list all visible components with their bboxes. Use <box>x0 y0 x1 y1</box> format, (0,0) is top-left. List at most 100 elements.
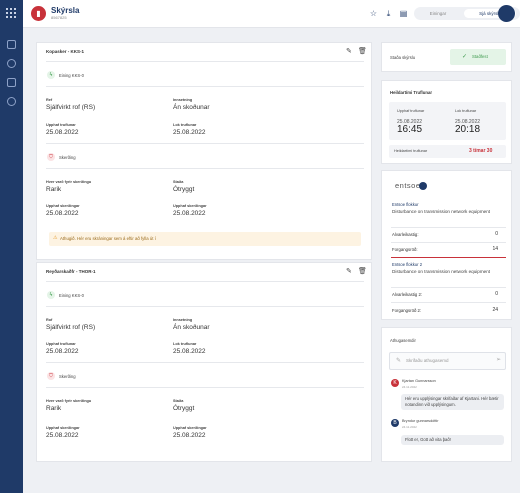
comment-input[interactable]: ✎ Skrifaðu athugasemd ➢ <box>389 352 506 370</box>
time-box: Upphaf truflunar 25.08.2022 16:45 Lok tr… <box>389 102 506 140</box>
entsoe-logo-mark <box>419 182 427 190</box>
unit-label: Eining KKS-0 <box>59 73 84 78</box>
card-title: Reyðarskaðfr - THOR-1 <box>46 269 96 274</box>
unit-label: Eining KKS-0 <box>59 293 84 298</box>
field-label: Upphaf truflunar <box>46 123 76 127</box>
severity-value: 0 <box>495 231 498 237</box>
comment-author: Kjartan Gunnarsson <box>402 379 436 383</box>
field-value: 25.08.2022 <box>46 432 79 439</box>
comments-card: Athugasemdir ✎ Skrifaðu athugasemd ➢ K K… <box>381 327 512 462</box>
gear-icon[interactable] <box>7 97 16 106</box>
bell-icon[interactable] <box>7 59 16 68</box>
comment-date: 24.11.2022 <box>402 425 417 429</box>
bolt-icon: ϟ <box>47 291 55 299</box>
field-label: Upphaf skerðingar <box>173 204 207 208</box>
download-icon[interactable]: ⤓ <box>384 9 393 18</box>
field-value: 25.08.2022 <box>46 210 79 217</box>
divider <box>391 257 506 258</box>
comment-placeholder: Skrifaðu athugasemd <box>406 358 449 363</box>
send-icon[interactable]: ➢ <box>496 356 501 363</box>
field-value: 25.08.2022 <box>46 129 79 136</box>
field-label: Staða <box>173 180 184 184</box>
field-value: Sjálfvirkt rof (RS) <box>46 324 96 331</box>
total-label: Heildartími truflunar <box>394 149 428 153</box>
field-label: Upphaf skerðingar <box>46 204 80 208</box>
comment-author: Bryndur gunnarsdóttir <box>402 419 439 423</box>
avatar: B <box>391 419 399 427</box>
severity-value: 0 <box>495 291 498 297</box>
nav-rail <box>0 0 23 493</box>
field-label: Staða <box>173 399 184 403</box>
megaphone-icon[interactable] <box>7 78 16 87</box>
comment-date: 24.11.2022 <box>402 385 417 389</box>
inbox-icon[interactable] <box>7 40 16 49</box>
unit-card: Kopasker - KKS-1 ✎ 🗑 ϟ Eining KKS-0 Ref … <box>36 42 372 260</box>
field-label: Innsetning <box>173 318 193 322</box>
status-label: Staða skýrslu <box>390 55 416 60</box>
report-icon: ▮ <box>31 6 46 21</box>
priority-value: 14 <box>492 246 498 252</box>
warning-text: Athugið. Hér eru skráningar sem á eftir … <box>60 236 156 241</box>
field-value: Ótryggt <box>173 186 195 193</box>
end-label: Lok truflunar <box>455 109 477 113</box>
field-label: Upphaf skerðingar <box>173 426 207 430</box>
entsoe-category-label: Entsoe flokkur 2 <box>392 262 423 267</box>
check-icon: ✓ <box>462 54 468 60</box>
unit-card: Reyðarskaðfr - THOR-1 ✎ 🗑 ϟ Eining KKS-0… <box>36 262 372 462</box>
page-subtitle: 8567825 <box>51 15 67 20</box>
field-value: 25.08.2022 <box>173 210 206 217</box>
card-title: Kopasker - KKS-1 <box>46 49 85 54</box>
edit-icon[interactable]: ✎ <box>346 47 352 55</box>
field-label: Lok truflunar <box>173 123 197 127</box>
star-icon[interactable]: ☆ <box>369 9 378 18</box>
status-value: Staðfest <box>472 54 488 59</box>
severity-label: Alvarleikastig 2: <box>392 292 423 297</box>
status-badge: ✓ Staðfest <box>450 49 506 65</box>
archive-icon[interactable]: ▤ <box>399 9 408 18</box>
apps-grid-icon[interactable] <box>6 8 17 19</box>
field-value: 25.08.2022 <box>46 348 79 355</box>
priority-value: 24 <box>492 307 498 313</box>
start-label: Upphaf truflunar <box>397 109 425 113</box>
comment-text: Flott er, Gott að vita það! <box>401 435 504 445</box>
field-value: Sjálfvirkt rof (RS) <box>46 104 96 111</box>
comments-title: Athugasemdir <box>390 338 416 343</box>
status-card: Staða skýrslu ✓ Staðfest <box>381 42 512 72</box>
top-bar: ▮ Skýrsla 8567825 ☆ ⤓ ▤ Einingar Sjá ský… <box>23 0 520 28</box>
total-box: Heildartími truflunar 3 tímar 30 <box>389 145 506 158</box>
warning-banner: ⚠ Athugið. Hér eru skráningar sem á efti… <box>49 232 361 246</box>
entsoe-logo: entsoe <box>395 181 421 190</box>
start-time: 16:45 <box>397 124 423 135</box>
field-value: Ótryggt <box>173 405 195 412</box>
avatar[interactable] <box>498 5 515 22</box>
edit-icon[interactable]: ✎ <box>346 267 352 275</box>
page-title: Skýrsla <box>51 6 80 15</box>
section-title: Skerðing <box>59 374 76 379</box>
pencil-icon: ✎ <box>396 358 402 364</box>
field-label: Hver varð fyrir skerðingu <box>46 180 92 184</box>
field-label: Ref <box>46 98 53 102</box>
field-label: Rof <box>46 318 53 322</box>
field-value: 25.08.2022 <box>173 432 206 439</box>
field-value: Án skoðunar <box>173 104 210 111</box>
avatar: K <box>391 379 399 387</box>
toggle-einingar[interactable]: Einingar <box>417 9 459 18</box>
shield-icon: ⛉ <box>47 372 55 380</box>
field-value: Án skoðunar <box>173 324 210 331</box>
trash-icon[interactable]: 🗑 <box>358 267 367 275</box>
trash-icon[interactable]: 🗑 <box>358 47 367 55</box>
severity-label: Alvarleikastig: <box>392 232 419 237</box>
entsoe-card: entsoe Entsoe flokkur Disturbance on tra… <box>381 170 512 320</box>
bolt-icon: ϟ <box>47 71 55 79</box>
field-value: Rarik <box>46 186 62 193</box>
comment-text: Hér eru upplýsingar skrifaðar af Kjartan… <box>401 394 504 410</box>
priority-label: Forgangsröð: <box>392 247 418 252</box>
shield-icon: ⛉ <box>47 153 55 161</box>
entsoe-category-value: Disturbance on transmission network equi… <box>392 209 491 214</box>
entsoe-category-value: Disturbance on transmission network equi… <box>392 269 491 274</box>
field-value: Rarik <box>46 405 62 412</box>
field-label: Lok truflunar <box>173 342 197 346</box>
field-label: Upphaf truflunar <box>46 342 76 346</box>
priority-label: Forgangsröð 2: <box>392 308 422 313</box>
field-label: Innsetning <box>173 98 193 102</box>
